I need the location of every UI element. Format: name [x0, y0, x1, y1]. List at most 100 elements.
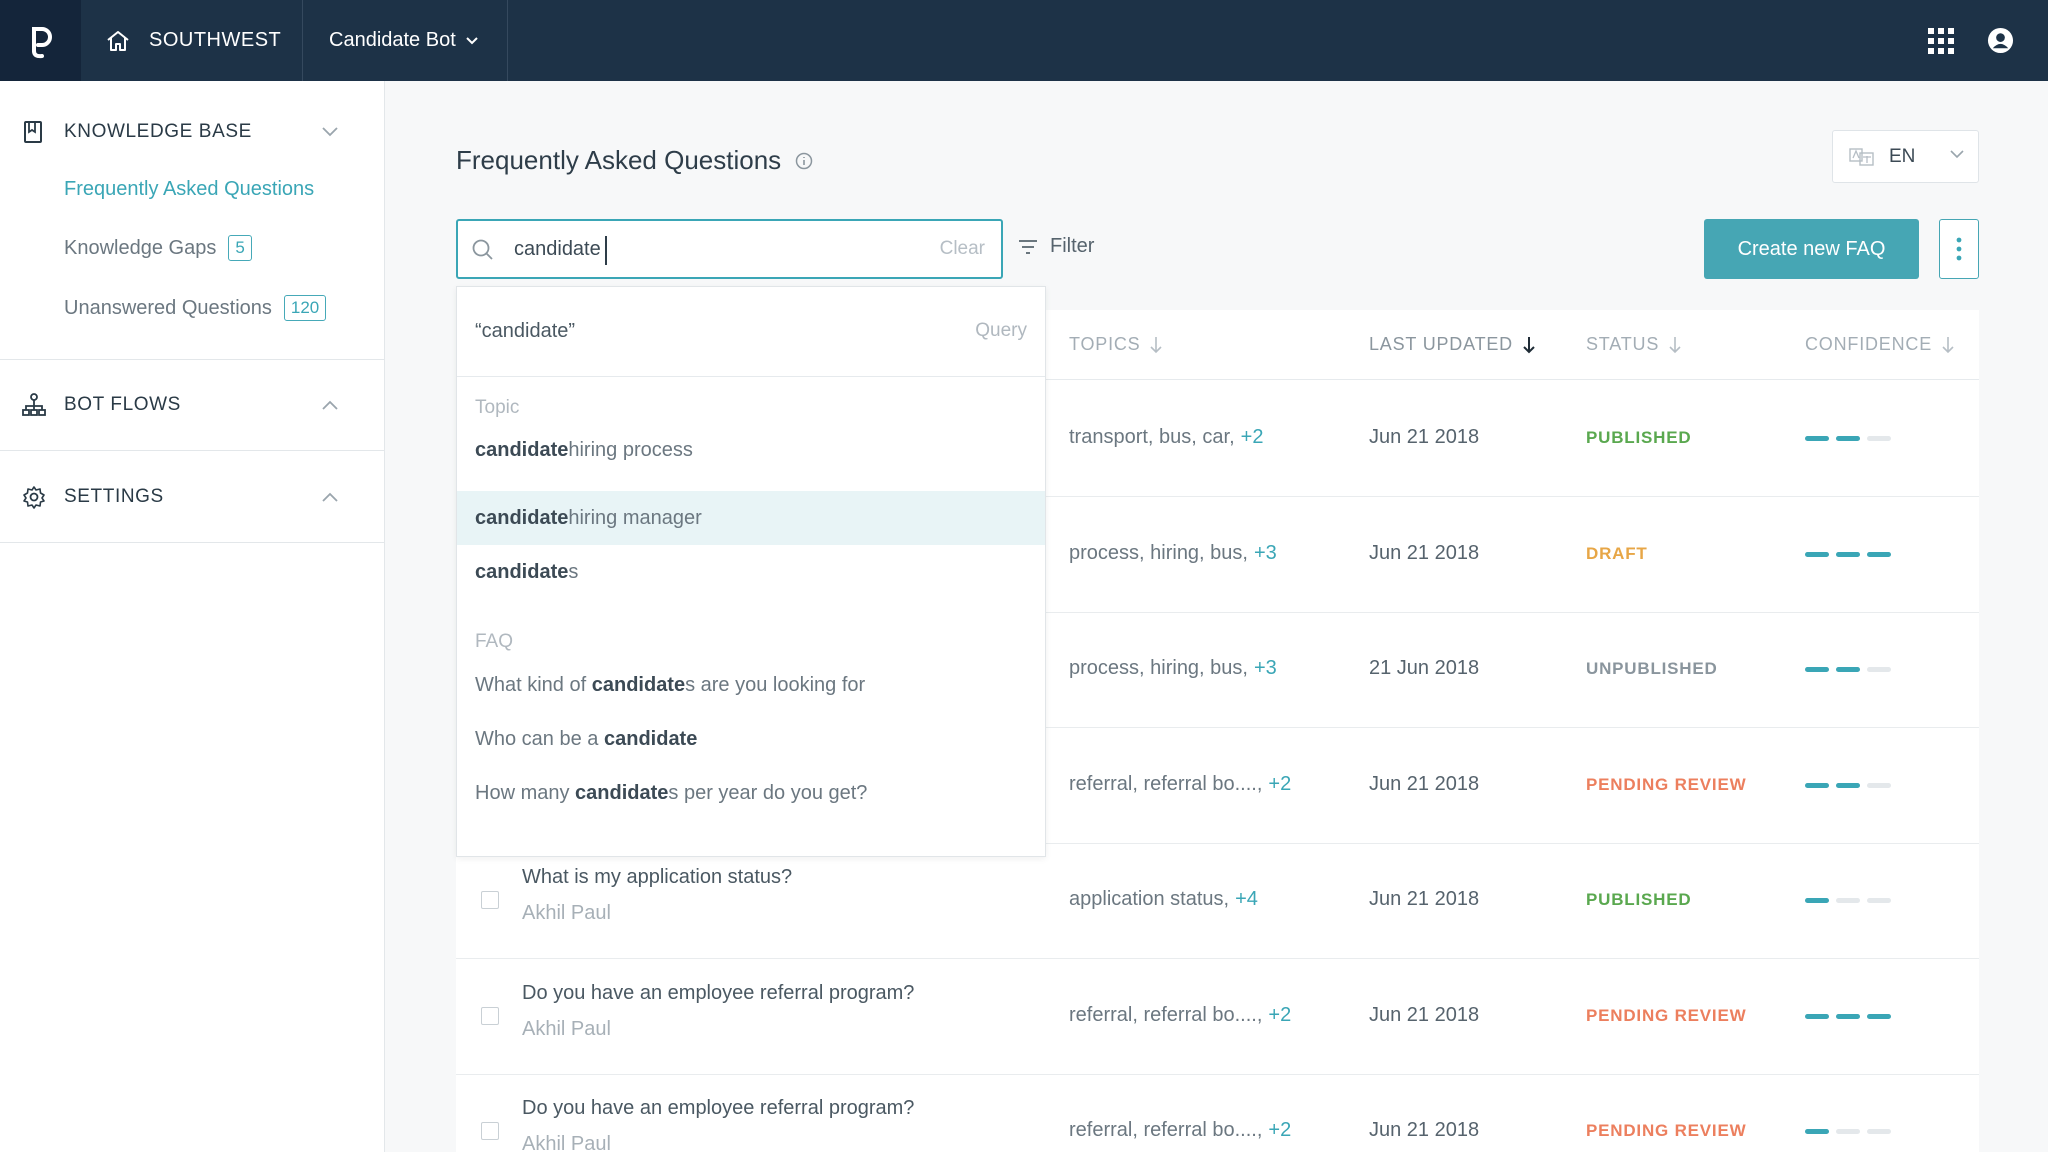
sidebar-divider [0, 450, 385, 451]
sidebar-item-faq[interactable]: Frequently Asked Questions [64, 178, 314, 201]
sidebar-section-settings[interactable]: SETTINGS [0, 467, 385, 527]
text-cursor [605, 236, 607, 265]
question-text[interactable]: Do you have an employee referral program… [522, 1097, 914, 1120]
author-name: Akhil Paul [522, 1017, 611, 1040]
faq-suggestion[interactable]: What kind of candidate s are you looking … [457, 658, 1045, 712]
user-account-icon[interactable] [1987, 27, 2014, 54]
column-header-topics[interactable]: TOPICS [1069, 334, 1163, 355]
confidence-segment [1805, 667, 1829, 672]
confidence-segment [1805, 1013, 1829, 1019]
chevron-up-icon [322, 492, 338, 502]
last-updated-cell: Jun 21 2018 [1369, 1003, 1480, 1026]
row-checkbox[interactable] [481, 1006, 499, 1025]
table-row[interactable]: What is my application status? Akhil Paul… [456, 843, 1979, 959]
confidence-segment [1867, 782, 1891, 788]
top-bar: SOUTHWEST Candidate Bot [0, 0, 2048, 81]
language-select[interactable]: EN [1832, 130, 1979, 183]
topics-cell: referral, referral bo...., +2 [1069, 773, 1291, 796]
sidebar: KNOWLEDGE BASE Frequently Asked Question… [0, 81, 385, 1152]
home-icon [107, 30, 129, 51]
more-topics-link[interactable]: +4 [1235, 888, 1258, 910]
more-topics-link[interactable]: +3 [1254, 657, 1277, 679]
table-row[interactable]: Do you have an employee referral program… [456, 1074, 1979, 1152]
status-badge: PUBLISHED [1586, 428, 1692, 447]
topics-text: application status, [1069, 888, 1230, 910]
question-text[interactable]: What is my application status? [522, 866, 792, 889]
arrow-down-icon [1523, 336, 1535, 353]
topics-text: process, hiring, bus, [1069, 657, 1248, 679]
confidence-segment [1867, 436, 1891, 441]
table-row[interactable]: Do you have an employee referral program… [456, 959, 1979, 1075]
confidence-segment [1805, 436, 1829, 441]
topics-text: referral, referral bo...., [1069, 1003, 1263, 1026]
confidence-segment [1805, 898, 1829, 903]
logo-icon [31, 26, 52, 58]
confidence-segment [1805, 782, 1829, 788]
arrow-down-icon [1150, 336, 1163, 353]
topics-cell: application status, +4 [1069, 888, 1258, 911]
org-home-link[interactable]: SOUTHWEST [81, 0, 303, 81]
bot-name: Candidate Bot [329, 29, 456, 51]
create-faq-button[interactable]: Create new FAQ [1704, 219, 1919, 279]
confidence-meter [1805, 1013, 1898, 1019]
more-topics-link[interactable]: +2 [1241, 426, 1264, 448]
arrow-down-icon [1942, 336, 1954, 353]
status-badge: DRAFT [1586, 543, 1648, 563]
filter-button[interactable]: Filter [1018, 235, 1094, 258]
sidebar-section-knowledge-base[interactable]: KNOWLEDGE BASE [0, 102, 385, 162]
org-name: SOUTHWEST [149, 29, 282, 51]
status-badge: PENDING REVIEW [1586, 1005, 1747, 1025]
sidebar-item-label: Unanswered Questions [64, 296, 272, 319]
sidebar-section-bot-flows[interactable]: BOT FLOWS [0, 375, 385, 435]
chevron-down-icon [466, 36, 478, 44]
confidence-segment [1805, 551, 1829, 557]
faq-suggestion[interactable]: Who can be a candidate [457, 712, 1045, 766]
topics-cell: transport, bus, car, +2 [1069, 426, 1263, 449]
topic-suggestion[interactable]: candidate s [457, 545, 1045, 599]
faq-suggestion[interactable]: How many candidate s per year do you get? [457, 766, 1045, 820]
topics-text: process, hiring, bus, [1069, 541, 1248, 564]
clear-search-button[interactable]: Clear [940, 238, 985, 260]
confidence-segment [1867, 1013, 1891, 1019]
column-header-status[interactable]: STATUS [1586, 334, 1681, 355]
app-logo[interactable] [0, 0, 81, 81]
apps-grid-icon[interactable] [1928, 28, 1954, 54]
question-text[interactable]: Do you have an employee referral program… [522, 982, 914, 1005]
more-topics-link[interactable]: +2 [1268, 1119, 1291, 1141]
topic-suggestion-highlighted[interactable]: candidate hiring manager [457, 491, 1045, 545]
chevron-up-icon [322, 400, 338, 410]
sidebar-item-knowledge-gaps[interactable]: Knowledge Gaps 5 [64, 235, 252, 261]
more-topics-link[interactable]: +3 [1254, 542, 1277, 564]
bot-flows-label: BOT FLOWS [64, 394, 181, 415]
suggestion-rest: s [568, 560, 579, 583]
topics-text: referral, referral bo...., [1069, 1119, 1263, 1141]
suggestion-pre: Who can be a [475, 727, 599, 750]
topic-suggestion[interactable]: candidate hiring process [457, 423, 1045, 477]
search-input[interactable] [514, 233, 894, 265]
sidebar-divider [0, 359, 385, 360]
bot-selector[interactable]: Candidate Bot [304, 0, 508, 81]
column-header-confidence[interactable]: CONFIDENCE [1805, 334, 1954, 355]
more-topics-link[interactable]: +2 [1268, 773, 1291, 795]
confidence-meter [1805, 667, 1898, 672]
sidebar-item-unanswered-questions[interactable]: Unanswered Questions 120 [64, 295, 327, 321]
row-checkbox[interactable] [481, 891, 499, 909]
sidebar-item-label: Frequently Asked Questions [64, 178, 315, 200]
more-options-button[interactable] [1939, 219, 1979, 279]
topics-cell: process, hiring, bus, +3 [1069, 657, 1277, 680]
language-value: EN [1889, 145, 1916, 167]
match-text: candidate [603, 727, 698, 750]
search-field[interactable]: Clear [456, 219, 1003, 279]
query-suggestion[interactable]: “candidate” Query [457, 287, 1045, 377]
match-text: candidate [591, 673, 686, 696]
kebab-menu-icon [1956, 237, 1962, 261]
confidence-segment [1867, 667, 1891, 672]
author-name: Akhil Paul [522, 1133, 611, 1152]
column-header-last-updated[interactable]: LAST UPDATED [1369, 334, 1535, 355]
info-icon[interactable] [795, 152, 813, 170]
match-text: candidate [475, 438, 569, 461]
gear-icon [23, 486, 45, 509]
more-topics-link[interactable]: +2 [1268, 1004, 1291, 1026]
author-name: Akhil Paul [522, 902, 611, 924]
row-checkbox[interactable] [481, 1122, 499, 1140]
